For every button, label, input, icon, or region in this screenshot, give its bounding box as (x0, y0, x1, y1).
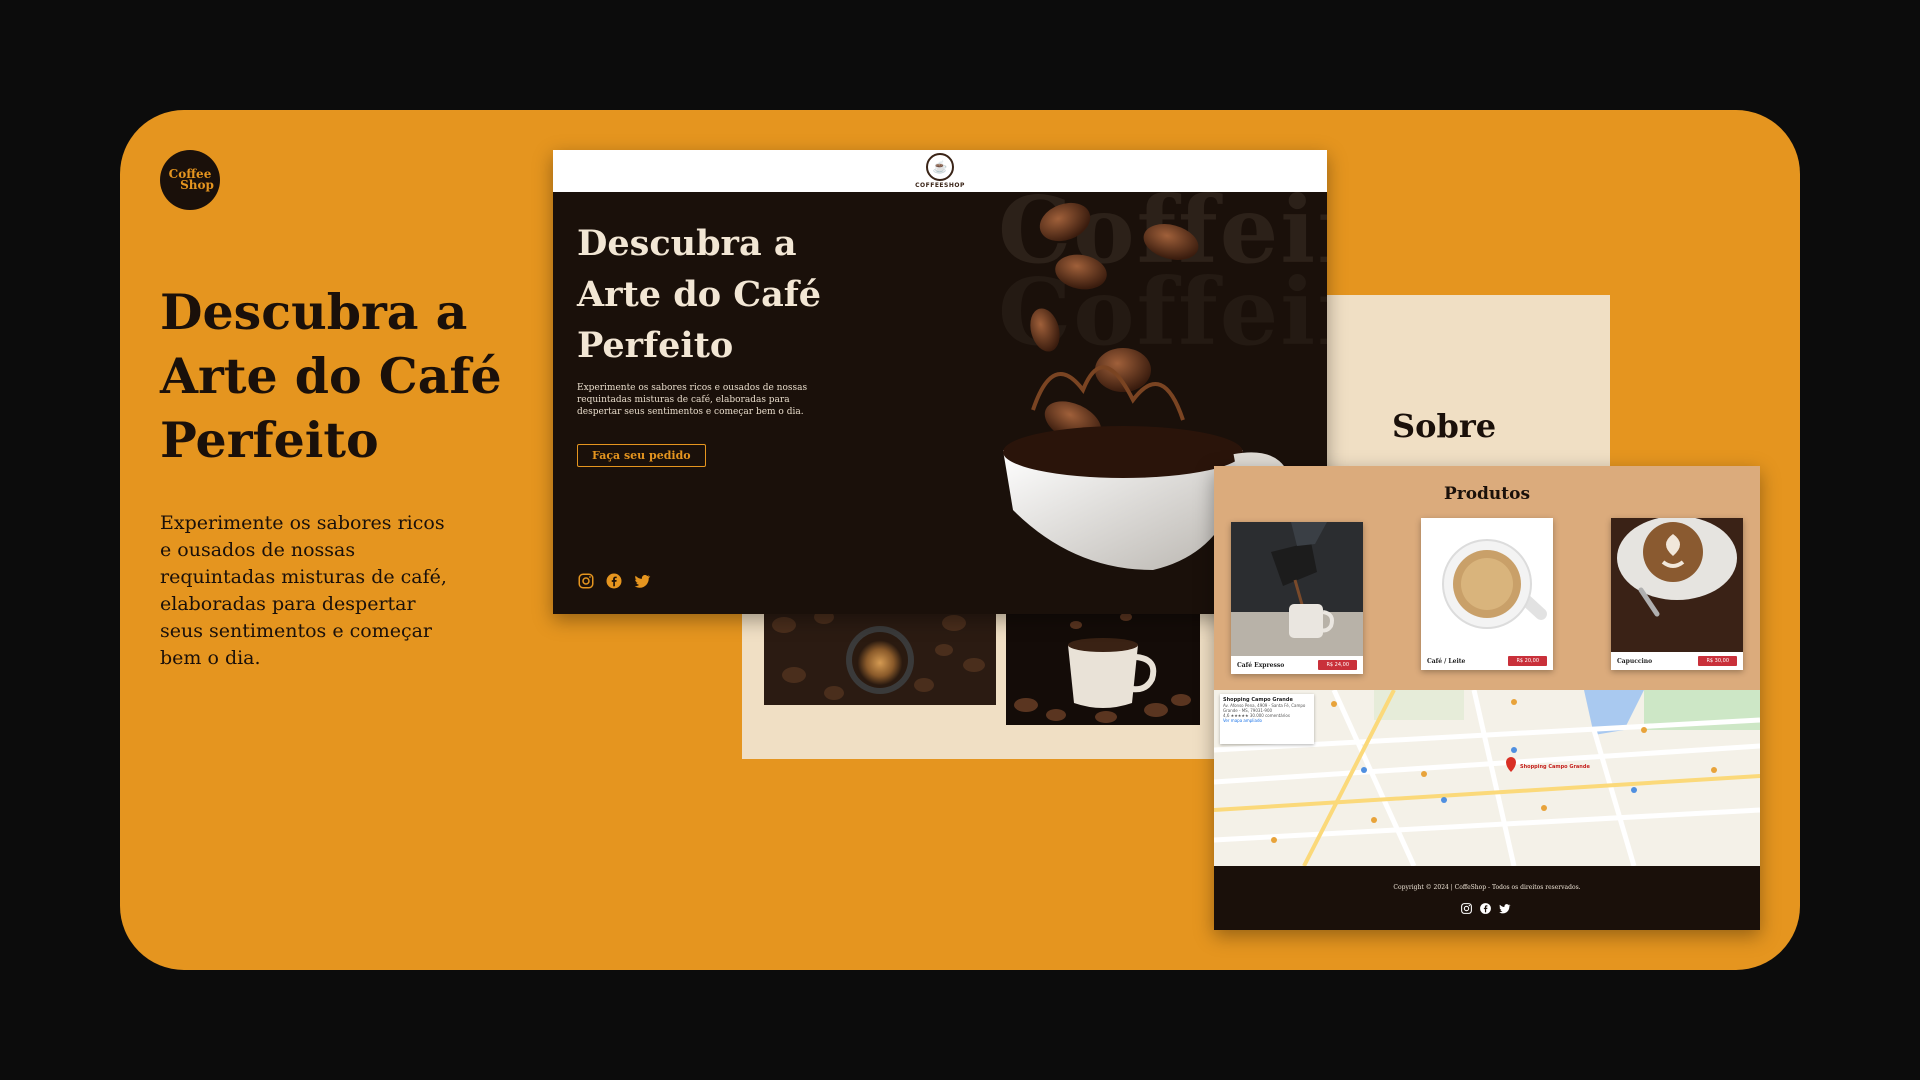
site-footer: Copyright © 2024 | CoffeShop - Todos os … (1214, 866, 1760, 930)
footer-social-links (1460, 900, 1511, 914)
slide-title: Descubra a Arte do Café Perfeito (160, 283, 502, 469)
hero-social-links (577, 572, 651, 590)
instagram-icon[interactable] (1460, 900, 1473, 914)
twitter-icon[interactable] (633, 572, 651, 590)
map-enlarge-link[interactable]: Ver mapa ampliado (1223, 718, 1311, 723)
product-name: Capuccino (1617, 657, 1653, 665)
cafe-leite-photo (1421, 518, 1553, 652)
facebook-icon[interactable] (1479, 900, 1492, 914)
espresso-photo (1231, 522, 1363, 656)
product-price[interactable]: R$ 24,00 (1318, 660, 1357, 670)
products-window: Produtos Café Expresso R$ 24,00 Café / L… (1214, 466, 1760, 930)
map-info-card: Shopping Campo Grande Av. Afonso Pena, 4… (1220, 694, 1314, 744)
coffee-beans-photo (764, 605, 996, 705)
hero-window: ☕ COFFEESHOP Coffein Coffein (553, 150, 1327, 614)
presentation-card: Coffee Shop Descubra a Arte do Café Perf… (120, 110, 1800, 970)
twitter-icon[interactable] (1498, 900, 1511, 914)
product-footer: Capuccino R$ 30,00 (1611, 652, 1743, 670)
product-card-espresso[interactable]: Café Expresso R$ 24,00 (1231, 522, 1363, 674)
footer-copyright: Copyright © 2024 | CoffeShop - Todos os … (1393, 884, 1581, 891)
coffee-cup-photo (1006, 605, 1200, 725)
product-price[interactable]: R$ 20,00 (1508, 656, 1547, 666)
logo-line-2: Shop (180, 178, 214, 192)
product-price[interactable]: R$ 30,00 (1698, 656, 1737, 666)
slide-description: Experimente os sabores ricos e ousados d… (160, 512, 447, 669)
product-name: Café / Leite (1427, 657, 1466, 665)
capuccino-photo (1611, 518, 1743, 652)
order-button[interactable]: Faça seu pedido (577, 444, 706, 467)
map-address: Av. Afonso Pena, 4909 - Santa Fé, Campo … (1223, 703, 1306, 713)
facebook-icon[interactable] (605, 572, 623, 590)
site-brand: COFFEESHOP (915, 182, 965, 189)
coffee-shop-logo: Coffee Shop (160, 150, 220, 210)
product-card-cafe-leite[interactable]: Café / Leite R$ 20,00 (1421, 518, 1553, 670)
product-footer: Café Expresso R$ 24,00 (1231, 656, 1363, 674)
map-pin-label: Shopping Campo Grande (1520, 764, 1590, 770)
product-card-capuccino[interactable]: Capuccino R$ 30,00 (1611, 518, 1743, 670)
instagram-icon[interactable] (577, 572, 595, 590)
coffee-cup-logo-icon: ☕ (926, 153, 954, 181)
hero-description: Experimente os sabores ricos e ousados d… (577, 383, 808, 417)
hero-title: Descubra a Arte do Café Perfeito (577, 223, 822, 366)
location-map[interactable]: Shopping Campo Grande Av. Afonso Pena, 4… (1214, 690, 1760, 866)
products-title: Produtos (1443, 484, 1531, 504)
about-title: Sobre (1392, 407, 1497, 445)
product-footer: Café / Leite R$ 20,00 (1421, 652, 1553, 670)
product-name: Café Expresso (1237, 661, 1285, 669)
